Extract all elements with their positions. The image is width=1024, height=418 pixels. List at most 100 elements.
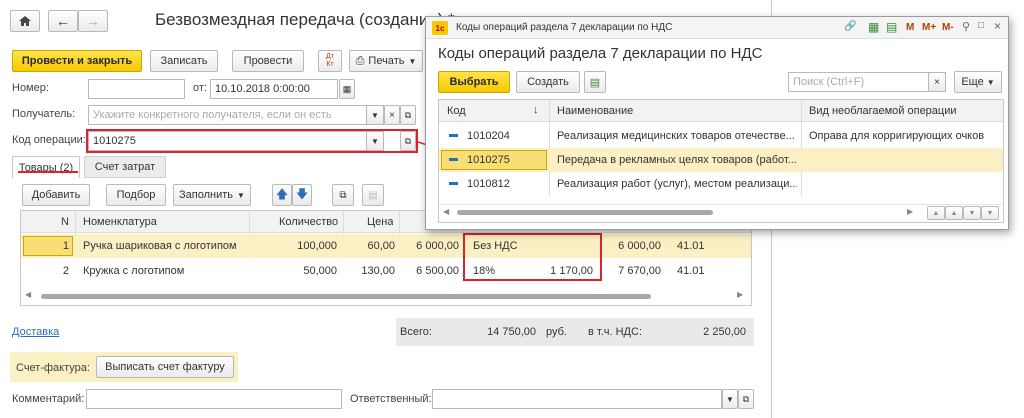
memory-minus-icon[interactable]: M-: [942, 22, 954, 33]
back-button[interactable]: ←: [48, 10, 78, 32]
tab-expense-account-label: Счет затрат: [94, 161, 156, 173]
popup-heading: Коды операций раздела 7 декларации по НД…: [438, 45, 763, 62]
fill-button[interactable]: Заполнить ▼: [173, 184, 251, 206]
comment-input[interactable]: [86, 389, 342, 409]
total-value: 14 750,00: [487, 326, 536, 338]
row-price: 130,00: [361, 265, 395, 277]
opcode-list-scrollbar[interactable]: ◀ ▶ ▲ ▲ ▼ ▼: [439, 204, 1003, 220]
recipient-open-button[interactable]: ⧉: [400, 105, 416, 125]
col-qty-header: Количество: [279, 216, 339, 228]
select-items-button[interactable]: Подбор: [106, 184, 166, 206]
last-page-icon: ▼: [986, 209, 994, 217]
opcode-highlight-frame: [86, 129, 418, 153]
scroll-right-icon: ▶: [737, 290, 744, 299]
number-input[interactable]: [88, 79, 185, 99]
row-price: 60,00: [367, 240, 395, 252]
list-item[interactable]: 1010204 Реализация медицинских товаров о…: [439, 124, 1003, 148]
print-button[interactable]: ⎙ Печать ▼: [349, 50, 423, 72]
first-page-icon: ▲: [932, 209, 940, 217]
post-and-close-button[interactable]: Провести и закрыть: [12, 50, 142, 72]
totals-panel: Всего: 14 750,00 руб. в т.ч. НДС: 2 250,…: [396, 318, 754, 346]
go-up-button[interactable]: ▲: [945, 206, 963, 220]
create-button[interactable]: Создать: [516, 71, 580, 93]
scroll-left-icon: ◀: [25, 290, 32, 299]
print-label: Печать: [368, 55, 405, 67]
save-button[interactable]: Записать: [150, 50, 218, 72]
zoom-icon[interactable]: ⚲: [962, 20, 970, 33]
tab-goods[interactable]: Товары (2): [12, 156, 80, 178]
arrow-right-icon: →: [86, 13, 100, 29]
chevron-down-icon: ▼: [237, 190, 245, 200]
item-name: Передача в рекламных целях товаров (рабо…: [557, 154, 797, 166]
tab-goods-underline: [18, 171, 78, 173]
copy-row-button[interactable]: ⧉: [332, 184, 354, 206]
go-first-button[interactable]: ▲: [927, 206, 945, 220]
responsible-open-button[interactable]: ⧉: [738, 389, 754, 409]
item-code: 1010204: [467, 130, 510, 142]
responsible-input[interactable]: [432, 389, 722, 409]
calendar-icon[interactable]: ▤: [886, 20, 897, 34]
scrollbar-thumb[interactable]: [457, 210, 713, 215]
chevron-down-icon: ▼: [371, 110, 379, 120]
table-row[interactable]: 2 Кружка с логотипом 50,000 130,00 6 500…: [21, 259, 751, 283]
scrollbar-thumb[interactable]: [41, 294, 651, 299]
memory-plus-icon[interactable]: M+: [922, 22, 936, 33]
close-icon[interactable]: ×: [994, 19, 1001, 33]
item-marker-icon: [449, 182, 458, 185]
more-button[interactable]: Еще ▼: [954, 71, 1002, 93]
opcode-list-header: Код ↓ Наименование Вид необлагаемой опер…: [439, 100, 1003, 122]
recipient-dropdown-button[interactable]: ▼: [366, 105, 384, 125]
table-row[interactable]: 1 Ручка шариковая с логотипом 100,000 60…: [21, 234, 751, 258]
choose-button[interactable]: Выбрать: [438, 71, 510, 93]
recipient-input[interactable]: Укажите конкретного получателя, если он …: [88, 105, 384, 125]
paste-row-button[interactable]: ▤: [362, 184, 384, 206]
item-name: Реализация медицинских товаров отечестве…: [557, 130, 795, 142]
item-marker-icon: [449, 158, 458, 161]
move-up-button[interactable]: 🡅: [272, 184, 292, 206]
move-down-button[interactable]: 🡇: [292, 184, 312, 206]
open-window-icon: ⧉: [742, 393, 750, 404]
delivery-link[interactable]: Доставка: [12, 326, 59, 338]
sort-down-icon[interactable]: ↓: [533, 104, 539, 116]
table-icon[interactable]: ▦: [868, 20, 879, 34]
date-input[interactable]: 10.10.2018 0:00:00: [210, 79, 338, 99]
tab-expense-account[interactable]: Счет затрат: [84, 156, 166, 178]
add-row-button[interactable]: Добавить: [22, 184, 90, 206]
opcode-label: Код операции:: [12, 134, 86, 146]
col-code-header: Код: [447, 105, 466, 117]
paste-icon: ▤: [368, 189, 378, 201]
search-clear-button[interactable]: ×: [928, 72, 946, 92]
more-label: Еще: [961, 76, 984, 88]
page-down-icon: ▼: [968, 209, 976, 217]
forward-button[interactable]: →: [78, 10, 108, 32]
col-name-header: Номенклатура: [83, 216, 157, 228]
link-icon[interactable]: 🔗: [844, 21, 856, 32]
go-last-button[interactable]: ▼: [981, 206, 999, 220]
memory-icon[interactable]: M: [906, 22, 914, 33]
create-invoice-button[interactable]: Выписать счет фактуру: [96, 356, 234, 378]
arrow-up-icon: 🡅: [275, 186, 289, 201]
recipient-clear-button[interactable]: ×: [384, 105, 400, 125]
app-logo-icon: 1c: [432, 21, 448, 35]
date-from-label: от:: [193, 82, 207, 94]
opcode-selection-window: 1c Коды операций раздела 7 декларации по…: [425, 16, 1009, 230]
recipient-placeholder: Укажите конкретного получателя, если он …: [93, 109, 332, 121]
arrow-down-icon: 🡇: [295, 186, 309, 201]
list-item[interactable]: 1010812 Реализация работ (услуг), местом…: [439, 172, 1003, 196]
go-down-button[interactable]: ▼: [963, 206, 981, 220]
maximize-icon[interactable]: □: [978, 20, 984, 31]
post-button[interactable]: Провести: [232, 50, 304, 72]
chevron-down-icon: ▼: [726, 394, 734, 404]
search-input[interactable]: Поиск (Ctrl+F): [788, 72, 946, 92]
calendar-button[interactable]: ▦: [339, 79, 355, 99]
dt-kt-button[interactable]: Дт Кт: [318, 50, 342, 72]
col-kind-header: Вид необлагаемой операции: [809, 105, 957, 117]
goods-table-scrollbar[interactable]: ◀ ▶: [21, 290, 751, 303]
scroll-left-icon: ◀: [443, 207, 450, 216]
row-name: Ручка шариковая с логотипом: [83, 240, 237, 252]
row-number: 1: [62, 240, 69, 252]
list-item-selected[interactable]: 1010275 Передача в рекламных целях товар…: [439, 148, 1003, 172]
create-copy-button[interactable]: ▤: [584, 71, 606, 93]
responsible-dropdown-button[interactable]: ▼: [722, 389, 738, 409]
home-button[interactable]: [10, 10, 40, 32]
